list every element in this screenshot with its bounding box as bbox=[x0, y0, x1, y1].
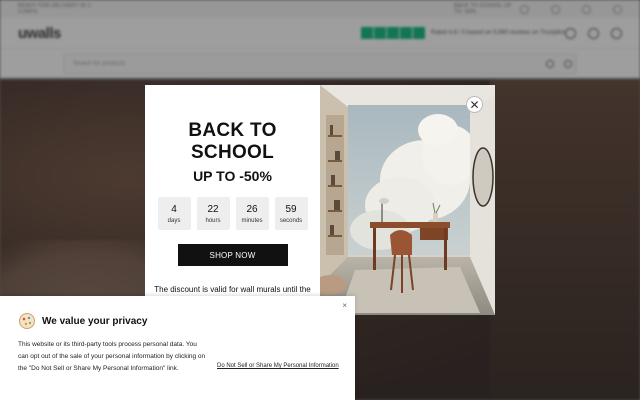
promo-content: BACK TO SCHOOL UP TO -50% 4 days 22 hour… bbox=[145, 85, 320, 315]
countdown-days: 4 days bbox=[157, 197, 191, 230]
countdown-timer: 4 days 22 hours 26 minutes 59 seconds bbox=[157, 197, 308, 230]
promo-subline: UP TO -50% bbox=[193, 168, 272, 184]
countdown-minutes: 26 minutes bbox=[235, 197, 269, 230]
close-icon[interactable]: ✕ bbox=[466, 96, 483, 113]
countdown-seconds: 59 seconds bbox=[274, 197, 308, 230]
privacy-close-icon[interactable]: × bbox=[342, 301, 347, 310]
promo-modal: BACK TO SCHOOL UP TO -50% 4 days 22 hour… bbox=[145, 85, 495, 315]
do-not-sell-link[interactable]: Do Not Sell or Share My Personal Informa… bbox=[217, 363, 339, 369]
countdown-hours: 22 hours bbox=[196, 197, 230, 230]
shop-now-button[interactable]: SHOP NOW bbox=[177, 244, 288, 266]
privacy-body: This website or its third-party tools pr… bbox=[18, 341, 206, 372]
privacy-banner: × We value your privacy This website or … bbox=[0, 296, 355, 400]
room-mural-illustration bbox=[320, 85, 495, 315]
promo-room-image: ✕ bbox=[320, 85, 495, 315]
cookie-icon bbox=[19, 313, 35, 329]
promo-headline: BACK TO SCHOOL bbox=[188, 120, 277, 163]
privacy-title: We value your privacy bbox=[42, 315, 148, 327]
